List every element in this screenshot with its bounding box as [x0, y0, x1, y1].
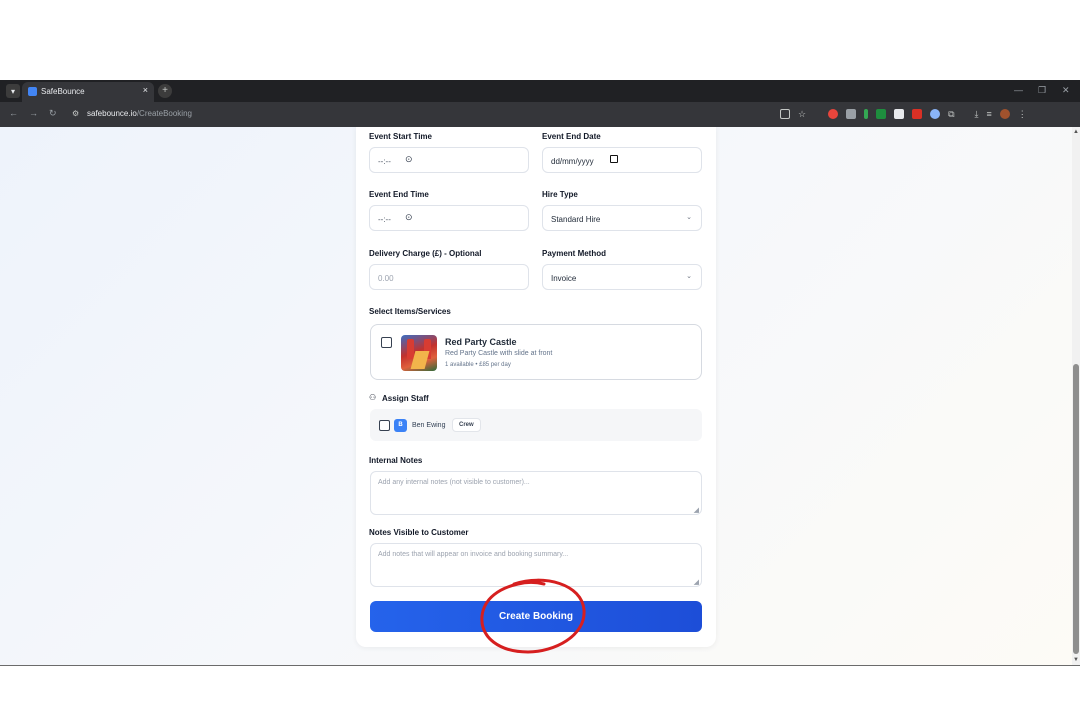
extension-grey-icon[interactable]: [846, 109, 857, 119]
item-card-red-party-castle[interactable]: Red Party Castle Red Party Castle with s…: [370, 324, 702, 380]
bookmark-star-icon[interactable]: ☆: [798, 109, 806, 120]
hire-type-value: Standard Hire: [551, 215, 601, 224]
window-close-icon[interactable]: ✕: [1062, 85, 1070, 96]
internal-notes-placeholder: Add any internal notes (not visible to c…: [378, 479, 530, 486]
back-icon[interactable]: ←: [9, 108, 18, 118]
assign-staff-label: Assign Staff: [382, 394, 429, 403]
item-availability: 1 available • £85 per day: [445, 362, 511, 368]
hire-type-label: Hire Type: [542, 190, 578, 199]
chevron-down-icon: ⌄: [686, 214, 692, 221]
event-start-time-label: Event Start Time: [369, 132, 432, 141]
extension-blue-icon[interactable]: [930, 109, 941, 119]
tab-search-icon[interactable]: ▾: [6, 84, 20, 98]
url-path: /CreateBooking: [136, 109, 192, 118]
delivery-charge-placeholder: 0.00: [378, 274, 394, 283]
page-background: ▲ ▼ Event Start Time --:-- ⊙ Event End D…: [0, 127, 1080, 665]
reload-icon[interactable]: ↻: [49, 108, 57, 119]
customer-notes-placeholder: Add notes that will appear on invoice an…: [378, 551, 569, 558]
users-icon: ⚇: [369, 393, 377, 402]
event-start-time-input[interactable]: --:-- ⊙: [369, 147, 529, 173]
url-text: safebounce.io/CreateBooking: [87, 109, 192, 118]
event-end-date-value: dd/mm/yyyy: [551, 157, 594, 166]
payment-method-label: Payment Method: [542, 249, 607, 258]
extension-green-box-icon[interactable]: [876, 109, 887, 119]
scroll-down-icon[interactable]: ▼: [1073, 657, 1079, 663]
scrollbar-track[interactable]: ▲ ▼: [1072, 127, 1080, 665]
item-thumbnail: [401, 335, 437, 371]
event-end-time-value: --:--: [378, 215, 391, 224]
delivery-charge-label: Delivery Charge (£) - Optional: [369, 249, 482, 258]
staff-name: Ben Ewing: [412, 422, 446, 429]
tab-title: SafeBounce: [41, 87, 85, 96]
address-bar[interactable]: ⚙ safebounce.io/CreateBooking: [66, 106, 776, 123]
url-domain: safebounce.io: [87, 109, 137, 118]
scroll-up-icon[interactable]: ▲: [1073, 129, 1079, 135]
scrollbar-thumb[interactable]: [1073, 364, 1079, 654]
internal-notes-label: Internal Notes: [369, 456, 423, 465]
profile-avatar-icon[interactable]: [999, 109, 1010, 119]
minimize-icon[interactable]: —: [1014, 85, 1023, 95]
download-icon[interactable]: ⤓: [975, 109, 979, 120]
payment-method-select[interactable]: Invoice ⌄: [542, 264, 702, 290]
top-margin: [0, 0, 1080, 80]
calendar-icon[interactable]: [610, 155, 618, 163]
clock-icon[interactable]: ⊙: [405, 212, 413, 223]
chevron-down-icon: ⌄: [686, 273, 692, 280]
tab-close-icon[interactable]: ×: [143, 85, 148, 95]
delivery-charge-input[interactable]: 0.00: [369, 264, 529, 290]
item-name: Red Party Castle: [445, 337, 517, 347]
customer-notes-textarea[interactable]: Add notes that will appear on invoice an…: [370, 543, 702, 587]
browser-tab[interactable]: SafeBounce ×: [22, 82, 154, 102]
event-end-date-input[interactable]: dd/mm/yyyy: [542, 147, 702, 173]
favicon-icon: [28, 87, 37, 96]
reading-list-icon[interactable]: ≡: [987, 109, 992, 119]
item-checkbox[interactable]: [381, 337, 392, 348]
select-items-label: Select Items/Services: [369, 307, 451, 316]
forward-icon[interactable]: →: [29, 108, 38, 118]
extension-red-icon[interactable]: [828, 109, 839, 119]
event-end-time-label: Event End Time: [369, 190, 429, 199]
staff-checkbox[interactable]: [379, 420, 390, 431]
hire-type-select[interactable]: Standard Hire ⌄: [542, 205, 702, 231]
extension-green-icon[interactable]: [864, 109, 869, 119]
item-description: Red Party Castle with slide at front: [445, 350, 553, 357]
staff-role-badge: Crew: [452, 418, 481, 432]
puzzle-icon[interactable]: ⧉: [948, 109, 954, 120]
bottom-margin: [0, 665, 1080, 720]
create-booking-button[interactable]: Create Booking: [370, 601, 702, 632]
staff-row[interactable]: B Ben Ewing Crew: [370, 409, 702, 441]
event-start-time-value: --:--: [378, 157, 391, 166]
resize-grip-icon[interactable]: ◢: [694, 578, 699, 586]
browser-toolbar: ← → ↻ ⚙ safebounce.io/CreateBooking ☆ ⧉ …: [0, 102, 1080, 127]
browser-tab-bar: ▾ SafeBounce × + — ❐ ✕: [0, 80, 1080, 102]
extension-badge-icon[interactable]: [912, 109, 923, 119]
internal-notes-textarea[interactable]: Add any internal notes (not visible to c…: [370, 471, 702, 515]
restore-icon[interactable]: ❐: [1038, 85, 1046, 96]
site-info-icon[interactable]: ⚙: [72, 109, 79, 118]
customer-notes-label: Notes Visible to Customer: [369, 528, 469, 537]
new-tab-button[interactable]: +: [158, 84, 172, 98]
extension-icons: ☆ ⧉ ⤓ ≡ ⋮: [780, 108, 1027, 120]
staff-avatar: B: [394, 419, 407, 432]
resize-grip-icon[interactable]: ◢: [694, 506, 699, 514]
cast-icon[interactable]: [780, 109, 790, 119]
payment-method-value: Invoice: [551, 274, 577, 283]
more-menu-icon[interactable]: ⋮: [1018, 109, 1027, 120]
event-end-date-label: Event End Date: [542, 132, 601, 141]
event-end-time-input[interactable]: --:-- ⊙: [369, 205, 529, 231]
extension-white-icon[interactable]: [894, 109, 905, 119]
booking-form-card: Event Start Time --:-- ⊙ Event End Date …: [356, 127, 716, 647]
clock-icon[interactable]: ⊙: [405, 154, 413, 165]
